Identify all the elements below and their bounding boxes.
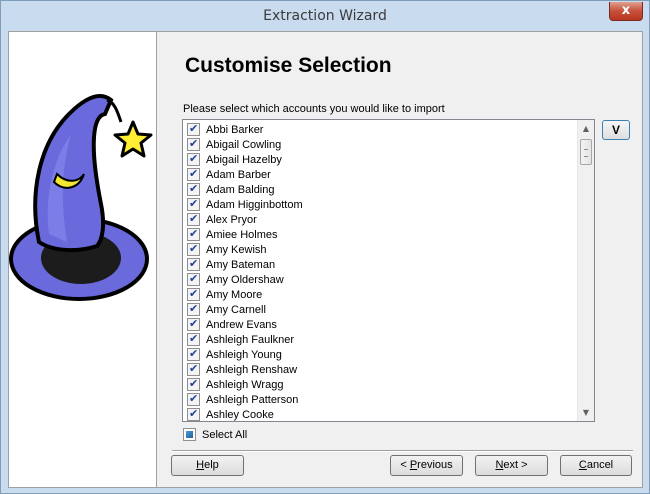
check-icon[interactable] [187,122,200,136]
list-item[interactable]: Adam Barber [187,167,271,182]
account-name: Ashleigh Faulkner [206,333,295,346]
check-icon[interactable] [187,182,200,196]
account-name: Alex Pryor [206,213,257,226]
account-name: Amy Kewish [206,243,267,256]
account-name: Abbi Barker [206,123,264,136]
select-all-label: Select All [202,428,248,441]
chevron-down-icon[interactable]: ▼ [578,404,594,421]
account-name: Amy Moore [206,288,263,301]
account-name: Ashley Cooke [206,408,274,421]
list-item[interactable]: Amy Bateman [187,257,275,272]
check-icon[interactable] [187,242,200,256]
help-button[interactable]: Help [171,455,244,476]
page-title: Customise Selection [185,54,392,77]
account-name: Adam Balding [206,183,275,196]
account-name: Andrew Evans [206,318,277,331]
list-item[interactable]: Amy Carnell [187,302,266,317]
scrollbar-thumb[interactable] [580,139,592,165]
check-icon[interactable] [187,332,200,346]
chevron-up-icon[interactable]: ▲ [578,120,594,137]
account-name: Adam Higginbottom [206,198,303,211]
check-icon[interactable] [187,257,200,271]
account-name: Ashleigh Patterson [206,393,299,406]
check-icon[interactable] [187,362,200,376]
list-item[interactable]: Abigail Hazelby [187,152,282,167]
check-icon[interactable] [187,377,200,391]
instruction-label: Please select which accounts you would l… [183,103,445,115]
account-name: Abigail Hazelby [206,153,282,166]
check-icon[interactable] [187,152,200,166]
account-name: Ashleigh Young [206,348,282,361]
list-item[interactable]: Adam Balding [187,182,275,197]
button-separator [172,450,633,452]
list-item[interactable]: Ashleigh Faulkner [187,332,294,347]
list-item[interactable]: Abbi Barker [187,122,263,137]
check-icon[interactable] [187,167,200,181]
account-name: Amy Oldershaw [206,273,284,286]
close-button[interactable]: x [609,2,643,21]
list-item[interactable]: Amiee Holmes [187,227,278,242]
select-all-checkbox[interactable]: Select All [183,428,247,441]
wizard-window: Extraction Wizard x Customise Selection … [0,0,650,494]
v-button[interactable]: V [602,120,630,140]
close-icon: x [621,3,631,18]
check-icon[interactable] [187,317,200,331]
check-icon[interactable] [187,287,200,301]
list-item[interactable]: Amy Moore [187,287,262,302]
wizard-hat-icon [9,94,153,301]
check-icon[interactable] [187,302,200,316]
check-icon[interactable] [187,347,200,361]
check-icon[interactable] [187,197,200,211]
wizard-banner-panel [9,32,157,487]
account-name: Amy Bateman [206,258,276,271]
title-bar[interactable]: Extraction Wizard x [1,1,649,31]
vertical-scrollbar[interactable]: ▲ ▼ [577,120,594,421]
list-item[interactable]: Ashleigh Renshaw [187,362,297,377]
list-item[interactable]: Adam Higginbottom [187,197,303,212]
list-item[interactable]: Andrew Evans [187,317,277,332]
list-item[interactable]: Amy Oldershaw [187,272,284,287]
select-all-check-icon[interactable] [183,428,196,441]
list-item[interactable]: Ashleigh Wragg [187,377,283,392]
account-name: Amy Carnell [206,303,266,316]
check-icon[interactable] [187,212,200,226]
account-name: Adam Barber [206,168,271,181]
next-button[interactable]: Next > [475,455,548,476]
check-icon[interactable] [187,272,200,286]
account-name: Abigail Cowling [206,138,282,151]
account-listbox[interactable]: ▲ ▼ Abbi Barker Abigail Cowling Abigail Ha… [182,119,595,422]
list-item[interactable]: Ashleigh Patterson [187,392,298,407]
previous-button[interactable]: < Previous [390,455,463,476]
account-name: Amiee Holmes [206,228,278,241]
check-icon[interactable] [187,392,200,406]
check-icon[interactable] [187,137,200,151]
cancel-button[interactable]: Cancel [560,455,632,476]
check-icon[interactable] [187,407,200,421]
wizard-client-area: Customise Selection Please select which … [8,31,643,488]
window-title: Extraction Wizard [263,8,387,24]
check-icon[interactable] [187,227,200,241]
list-item[interactable]: Ashley Cooke [187,407,274,421]
list-item[interactable]: Amy Kewish [187,242,267,257]
account-name: Ashleigh Wragg [206,378,284,391]
list-item[interactable]: Abigail Cowling [187,137,281,152]
account-name: Ashleigh Renshaw [206,363,298,376]
list-item[interactable]: Ashleigh Young [187,347,282,362]
list-item[interactable]: Alex Pryor [187,212,257,227]
